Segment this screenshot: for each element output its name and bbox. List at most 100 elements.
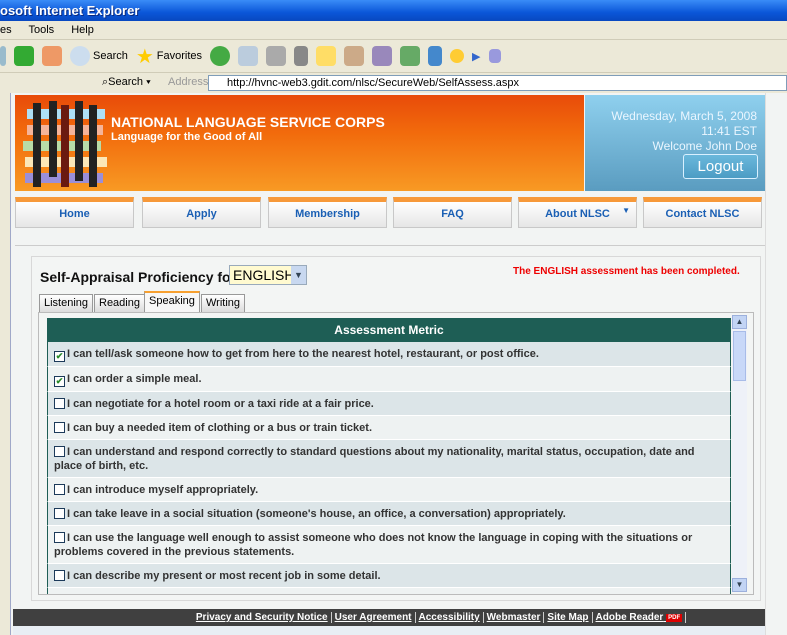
- stop-icon[interactable]: [0, 46, 6, 66]
- nav-apply[interactable]: Apply: [142, 197, 261, 228]
- list-item: I can describe my present or most recent…: [47, 564, 731, 588]
- item-text: I can describe my present or most recent…: [67, 570, 381, 582]
- time: 11:41 EST: [701, 124, 757, 138]
- favorites-label: Favorites: [156, 50, 203, 62]
- header-banner: NATIONAL LANGUAGE SERVICE CORPS Language…: [15, 95, 584, 191]
- smiley-icon[interactable]: [450, 49, 465, 63]
- nav-contact[interactable]: Contact NLSC: [643, 197, 762, 228]
- language-select[interactable]: ENGLISH ▼: [229, 265, 307, 285]
- monitor-icon[interactable]: [428, 46, 443, 66]
- item-text: I can negotiate for a hotel room or a ta…: [67, 398, 374, 410]
- tagline: Language for the Good of All: [111, 131, 263, 143]
- checkbox[interactable]: [54, 532, 65, 543]
- search-button[interactable]: Search: [70, 46, 128, 66]
- footer-accessibility-link[interactable]: Accessibility: [415, 612, 484, 623]
- menu-tools[interactable]: Tools: [28, 24, 54, 36]
- search-label: Search: [93, 50, 128, 62]
- page-title: Self-Appraisal Proficiency for:: [40, 269, 241, 285]
- edit-icon[interactable]: [294, 46, 309, 66]
- checkbox[interactable]: [54, 508, 65, 519]
- date: Wednesday, March 5, 2008: [611, 109, 757, 123]
- nav-faq[interactable]: FAQ: [393, 197, 512, 228]
- org-name: NATIONAL LANGUAGE SERVICE CORPS: [111, 114, 385, 130]
- chevron-down-icon: ▼: [291, 266, 306, 284]
- window-title-bar: osoft Internet Explorer: [0, 0, 787, 21]
- print-icon[interactable]: [266, 46, 287, 66]
- item-text: I can take leave in a social situation (…: [67, 508, 566, 520]
- list-item: I can introduce myself appropriately.: [47, 478, 731, 502]
- mail-icon[interactable]: [238, 46, 259, 66]
- checkbox[interactable]: ✔: [54, 351, 65, 362]
- item-text: I can understand and respond correctly t…: [54, 446, 695, 472]
- home-icon[interactable]: [42, 46, 62, 66]
- history-icon[interactable]: [210, 46, 231, 66]
- pdf-icon: PDF: [666, 614, 683, 622]
- checkbox[interactable]: [54, 594, 65, 595]
- checkbox[interactable]: [54, 446, 65, 457]
- item-text: I can tell/ask someone how to get from h…: [67, 348, 539, 360]
- divider: [15, 245, 765, 246]
- item-text: I can buy a needed item of clothing or a…: [67, 422, 372, 434]
- nav-home[interactable]: Home: [15, 197, 134, 228]
- language-value: ENGLISH: [233, 267, 295, 283]
- checkbox[interactable]: [54, 570, 65, 581]
- table-header: Assessment Metric: [47, 318, 731, 342]
- list-item: ✔ I can order a simple meal.: [47, 367, 731, 392]
- checkbox[interactable]: ✔: [54, 376, 65, 387]
- nav-about[interactable]: About NLSC ▼: [518, 197, 637, 228]
- footer-adobe-link[interactable]: Adobe Reader PDF: [592, 612, 687, 623]
- footer-sitemap-link[interactable]: Site Map: [544, 612, 593, 623]
- address-label: Address: [168, 76, 209, 88]
- tab-writing[interactable]: Writing: [201, 294, 246, 312]
- welcome-text: Welcome John Doe: [652, 139, 758, 153]
- footer-user-agreement-link[interactable]: User Agreement: [331, 612, 416, 623]
- research-icon[interactable]: [344, 46, 365, 66]
- scroll-up-icon[interactable]: ▲: [732, 315, 747, 329]
- menu-favorites[interactable]: es: [0, 24, 12, 36]
- nav-membership[interactable]: Membership: [268, 197, 387, 228]
- menu-help[interactable]: Help: [71, 24, 94, 36]
- page-bottom: [13, 626, 766, 635]
- search-bar-label: Search: [108, 76, 144, 88]
- cursor-icon[interactable]: ▶: [472, 50, 480, 63]
- scroll-thumb[interactable]: [733, 331, 746, 381]
- browser-toolbar: Search ★ Favorites ▶: [0, 40, 787, 73]
- status-message: The ENGLISH assessment has been complete…: [513, 266, 740, 277]
- footer-privacy-link[interactable]: Privacy and Security Notice: [192, 612, 332, 623]
- notes-icon[interactable]: [316, 46, 337, 66]
- window-edge: [765, 93, 787, 635]
- assessment-table: Assessment Metric ✔ I can tell/ask someon…: [47, 318, 731, 595]
- nlsc-logo: [23, 101, 107, 187]
- assessment-list: Assessment Metric ✔ I can tell/ask someon…: [38, 312, 754, 595]
- list-item: I can negotiate for a hotel room or a ta…: [47, 392, 731, 416]
- search-bar-button[interactable]: ⌕Search ▾: [102, 76, 151, 89]
- web-page: NATIONAL LANGUAGE SERVICE CORPS Language…: [10, 93, 766, 635]
- adobe-label: Adobe Reader: [595, 612, 664, 623]
- footer: Privacy and Security Notice User Agreemen…: [13, 609, 766, 626]
- checkbox[interactable]: [54, 422, 65, 433]
- checkbox[interactable]: [54, 398, 65, 409]
- scrollbar[interactable]: ▲ ▼: [732, 315, 747, 592]
- address-bar: ⌕Search ▾ Address http://hvnc-web3.gdit.…: [0, 73, 787, 93]
- logout-button[interactable]: Logout: [683, 154, 758, 179]
- page-icon[interactable]: [488, 49, 501, 63]
- tab-reading[interactable]: Reading: [94, 294, 145, 312]
- list-item: I can give detailed information about my…: [47, 588, 731, 595]
- footer-webmaster-link[interactable]: Webmaster: [483, 612, 545, 623]
- media-icon[interactable]: [372, 46, 393, 66]
- messenger-icon[interactable]: [400, 46, 421, 66]
- list-item: I can take leave in a social situation (…: [47, 502, 731, 526]
- tab-speaking[interactable]: Speaking: [144, 291, 200, 313]
- scroll-down-icon[interactable]: ▼: [732, 578, 747, 592]
- tab-listening[interactable]: Listening: [39, 294, 94, 312]
- checkbox[interactable]: [54, 484, 65, 495]
- refresh-icon[interactable]: [14, 46, 34, 66]
- favorites-button[interactable]: ★ Favorites: [136, 44, 202, 69]
- star-icon: ★: [135, 45, 154, 68]
- list-item: I can use the language well enough to as…: [47, 526, 731, 564]
- item-text: I can use the language well enough to as…: [54, 532, 693, 558]
- address-input[interactable]: http://hvnc-web3.gdit.com/nlsc/SecureWeb…: [208, 75, 787, 91]
- menu-bar: es Tools Help: [0, 21, 787, 40]
- search-icon: [70, 46, 90, 66]
- item-text: I can order a simple meal.: [67, 373, 202, 385]
